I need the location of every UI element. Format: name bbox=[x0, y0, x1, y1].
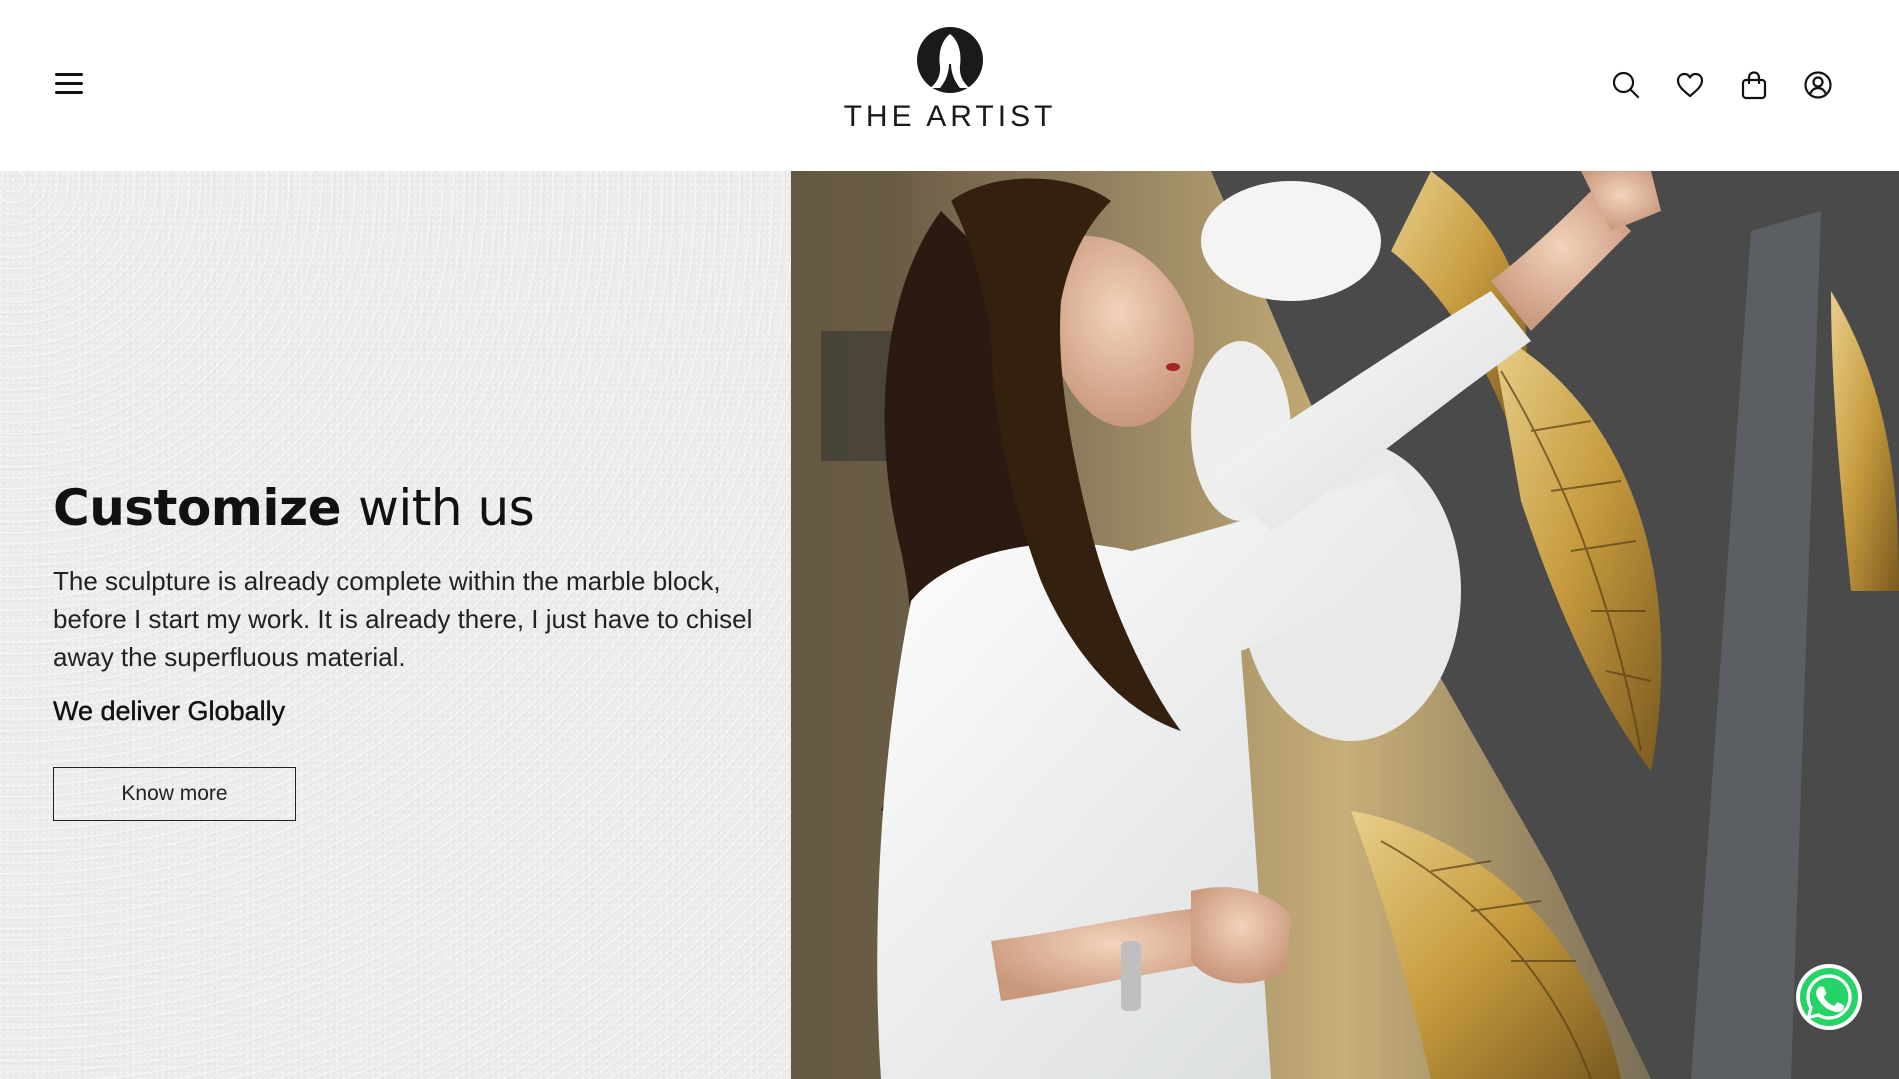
logo-mark-icon bbox=[917, 27, 983, 93]
hero-image bbox=[791, 171, 1899, 1079]
header-actions bbox=[1609, 68, 1835, 102]
artist-at-work-image bbox=[791, 171, 1899, 1079]
site-header: THE ARTIST bbox=[0, 0, 1899, 171]
hero-title-light: with us bbox=[357, 479, 535, 537]
logo-text: THE ARTIST bbox=[843, 100, 1057, 133]
know-more-button[interactable]: Know more bbox=[53, 767, 296, 821]
whatsapp-icon[interactable] bbox=[1794, 962, 1864, 1032]
shopping-bag-icon[interactable] bbox=[1737, 68, 1771, 102]
hero-description: The sculpture is already complete within… bbox=[53, 566, 753, 672]
brand-logo[interactable]: THE ARTIST bbox=[835, 26, 1065, 138]
hero-content: Customize with us The sculpture is alrea… bbox=[53, 481, 773, 821]
hero-text-panel: Customize with us The sculpture is alrea… bbox=[0, 171, 791, 1079]
search-icon[interactable] bbox=[1609, 68, 1643, 102]
heart-icon[interactable] bbox=[1673, 68, 1707, 102]
hamburger-menu-icon[interactable] bbox=[52, 69, 88, 99]
user-account-icon[interactable] bbox=[1801, 68, 1835, 102]
hero-title: Customize with us bbox=[53, 481, 773, 536]
delivery-note: We deliver Globally bbox=[53, 696, 286, 726]
hero-title-bold: Customize bbox=[53, 479, 342, 537]
